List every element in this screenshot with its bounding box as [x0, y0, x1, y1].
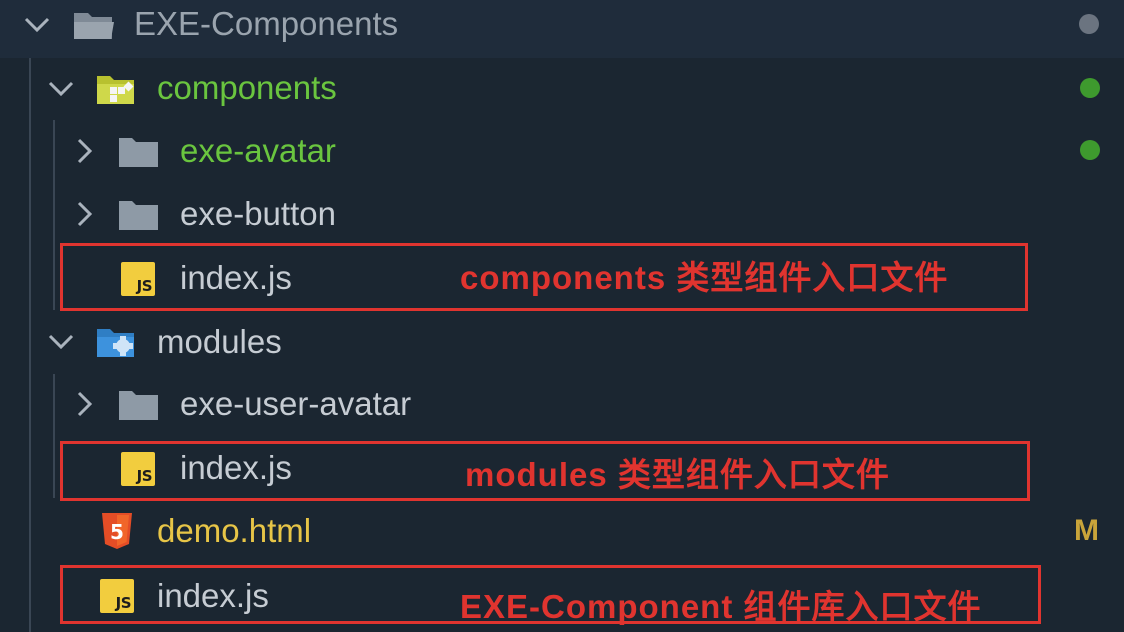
status-dot — [1080, 78, 1100, 98]
chevron-down-icon[interactable] — [44, 325, 78, 359]
tree-item-exe-button[interactable]: exe-button — [0, 183, 1124, 246]
tree-item-label: exe-avatar — [180, 132, 336, 169]
html5-icon: 5 — [101, 512, 133, 550]
folder-icon — [118, 388, 160, 422]
folder-icon — [118, 135, 160, 169]
svg-text:5: 5 — [110, 520, 124, 544]
tree-item-components[interactable]: components — [0, 58, 1124, 121]
git-modified-badge: M — [1074, 514, 1099, 547]
status-dot — [1079, 14, 1099, 34]
tree-item-label: exe-user-avatar — [180, 385, 412, 422]
tree-item-exe-user-avatar[interactable]: exe-user-avatar — [0, 373, 1124, 436]
tree-item-label: exe-button — [180, 195, 336, 232]
tree-root-folder[interactable]: EXE-Components — [0, 0, 1124, 50]
tree-item-label: modules — [157, 323, 282, 360]
tree-item-label: components — [157, 69, 337, 106]
tree-item-label: demo.html — [157, 512, 312, 549]
annotation-components-entry: components 类型组件入口文件 — [460, 259, 949, 296]
chevron-down-icon[interactable] — [20, 8, 54, 42]
modules-folder-icon — [96, 324, 140, 360]
annotation-library-entry: EXE-Component 组件库入口文件 — [460, 588, 982, 625]
folder-open-icon — [72, 8, 116, 42]
chevron-right-icon[interactable] — [68, 387, 102, 421]
folder-icon — [118, 198, 160, 232]
status-dot — [1080, 140, 1100, 160]
annotation-modules-entry: modules 类型组件入口文件 — [465, 456, 890, 493]
root-folder-label: EXE-Components — [134, 5, 399, 42]
chevron-right-icon[interactable] — [68, 197, 102, 231]
tree-item-modules[interactable]: modules — [0, 311, 1124, 374]
tree-item-exe-avatar[interactable]: exe-avatar — [0, 120, 1124, 183]
tree-item-demo-html[interactable]: 5 demo.html M — [0, 500, 1124, 563]
chevron-right-icon[interactable] — [68, 134, 102, 168]
components-folder-icon — [96, 71, 140, 107]
chevron-down-icon[interactable] — [44, 72, 78, 106]
